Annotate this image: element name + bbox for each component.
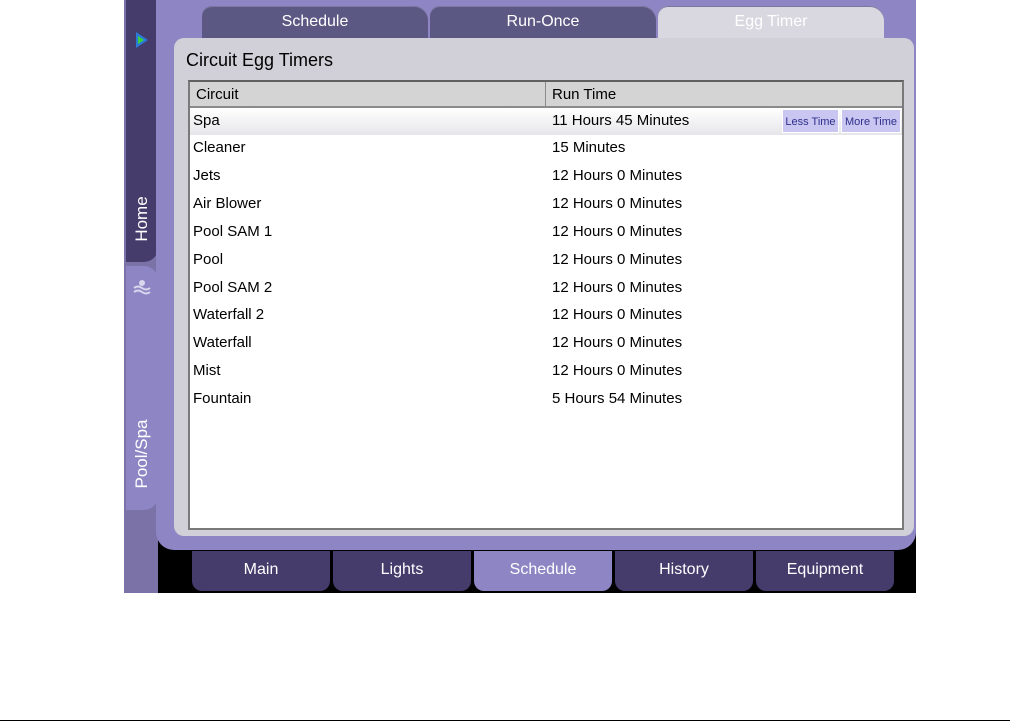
circuit-name: Mist: [193, 362, 221, 379]
tab-run-once[interactable]: Run-Once: [430, 6, 656, 40]
column-header-circuit[interactable]: Circuit: [190, 82, 546, 106]
circuit-name: Cleaner: [193, 139, 246, 156]
circuit-name: Pool SAM 2: [193, 279, 273, 296]
table-row[interactable]: Spa 11 Hours 45 Minutes Less Time More T…: [190, 108, 902, 135]
tab-equipment[interactable]: Equipment: [756, 551, 894, 591]
run-time: 12 Hours 0 Minutes: [552, 279, 683, 296]
table-row[interactable]: Waterfall 2 12 Hours 0 Minutes: [190, 302, 902, 329]
more-time-button[interactable]: More Time: [841, 109, 901, 133]
circuit-name: Pool SAM 1: [193, 223, 273, 240]
circuit-name: Air Blower: [193, 195, 262, 212]
side-tab-pool-spa-label: Pool/Spa: [132, 419, 151, 489]
device-frame: Home Pool/Spa Schedule Run-Once Egg Time…: [124, 0, 916, 593]
main-plate: Schedule Run-Once Egg Timer Circuit Egg …: [156, 0, 916, 550]
run-time: 12 Hours 0 Minutes: [552, 362, 683, 379]
table-row[interactable]: Mist 12 Hours 0 Minutes: [190, 358, 902, 385]
run-time: 11 Hours 45 Minutes: [552, 112, 690, 129]
table-row[interactable]: Fountain 5 Hours 54 Minutes: [190, 386, 902, 413]
run-time: 12 Hours 0 Minutes: [552, 195, 683, 212]
circuit-name: Waterfall: [193, 334, 252, 351]
run-time: 12 Hours 0 Minutes: [552, 334, 683, 351]
circuit-name: Jets: [193, 167, 221, 184]
table-row[interactable]: Cleaner 15 Minutes: [190, 135, 902, 162]
tab-lights[interactable]: Lights: [333, 551, 471, 591]
circuit-name: Fountain: [193, 390, 252, 407]
egg-timer-panel: Circuit Egg Timers Circuit Run Time Spa …: [174, 38, 914, 536]
page-title: Circuit Egg Timers: [186, 50, 334, 70]
tab-run-once-label: Run-Once: [506, 13, 580, 30]
list-header: Circuit Run Time: [190, 82, 902, 108]
tab-main-label: Main: [243, 561, 279, 578]
tab-history[interactable]: History: [615, 551, 753, 591]
run-time: 5 Hours 54 Minutes: [552, 390, 683, 407]
tab-egg-timer[interactable]: Egg Timer: [658, 6, 884, 40]
tab-lights-label: Lights: [380, 561, 424, 578]
tab-history-label: History: [659, 561, 709, 578]
home-arrow-icon: [132, 28, 152, 57]
tab-schedule-bottom[interactable]: Schedule: [474, 551, 612, 591]
pool-waves-icon: [132, 278, 152, 301]
tab-main[interactable]: Main: [192, 551, 330, 591]
table-row[interactable]: Waterfall 12 Hours 0 Minutes: [190, 330, 902, 357]
tab-egg-timer-label: Egg Timer: [734, 13, 808, 30]
side-tab-home-label: Home: [132, 196, 151, 242]
tab-schedule[interactable]: Schedule: [202, 6, 428, 40]
circuit-name: Pool: [193, 251, 224, 268]
run-time: 12 Hours 0 Minutes: [552, 251, 683, 268]
table-row[interactable]: Air Blower 12 Hours 0 Minutes: [190, 191, 902, 218]
circuit-name: Waterfall 2: [193, 306, 265, 323]
table-row[interactable]: Pool SAM 1 12 Hours 0 Minutes: [190, 219, 902, 246]
side-tab-home[interactable]: Home: [126, 0, 158, 262]
circuit-list: Circuit Run Time Spa 11 Hours 45 Minutes…: [188, 80, 904, 530]
tab-schedule-label: Schedule: [281, 13, 349, 30]
circuit-name: Spa: [193, 112, 220, 129]
run-time: 12 Hours 0 Minutes: [552, 306, 683, 323]
table-row[interactable]: Jets 12 Hours 0 Minutes: [190, 163, 902, 190]
page-divider: [0, 720, 1010, 721]
table-row[interactable]: Pool SAM 2 12 Hours 0 Minutes: [190, 275, 902, 302]
run-time: 12 Hours 0 Minutes: [552, 167, 683, 184]
less-time-button[interactable]: Less Time: [782, 109, 839, 133]
tab-schedule-bottom-label: Schedule: [509, 561, 577, 578]
table-row[interactable]: Pool 12 Hours 0 Minutes: [190, 247, 902, 274]
side-tab-pool-spa[interactable]: Pool/Spa: [126, 266, 158, 510]
run-time: 12 Hours 0 Minutes: [552, 223, 683, 240]
column-header-run-time[interactable]: Run Time: [546, 82, 902, 106]
run-time: 15 Minutes: [552, 139, 626, 156]
tab-equipment-label: Equipment: [786, 561, 864, 578]
